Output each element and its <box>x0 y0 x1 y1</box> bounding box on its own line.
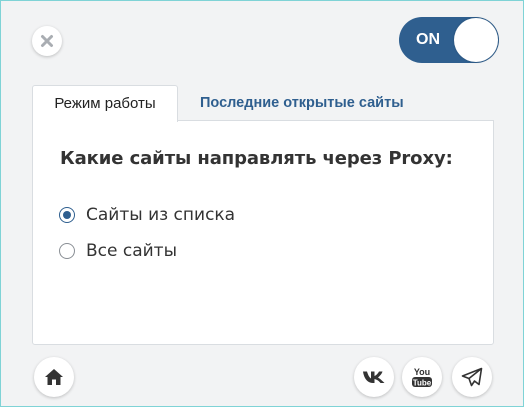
home-icon <box>45 369 63 385</box>
close-button[interactable] <box>32 26 62 56</box>
vk-button[interactable] <box>354 357 394 397</box>
close-icon <box>41 35 53 47</box>
proxy-toggle[interactable]: ON <box>399 17 499 63</box>
option-label: Все сайты <box>86 241 178 261</box>
option-label: Сайты из списка <box>86 205 236 225</box>
home-button[interactable] <box>34 357 74 397</box>
youtube-text-you: You <box>414 367 430 377</box>
panel-heading: Какие сайты направлять через Proxy: <box>60 148 453 169</box>
radio-sites-from-list[interactable] <box>59 207 75 223</box>
youtube-text-tube: Tube <box>413 378 432 387</box>
vk-icon <box>363 371 385 383</box>
tab-bar: Режим работы Последние открытые сайты <box>32 85 494 122</box>
tab-mode[interactable]: Режим работы <box>32 85 178 122</box>
option-all-sites[interactable]: Все сайты <box>59 240 177 262</box>
toggle-knob[interactable] <box>454 18 498 62</box>
telegram-button[interactable] <box>452 357 492 397</box>
popup-window: ON Режим работы Последние открытые сайты… <box>0 0 524 407</box>
youtube-button[interactable]: You Tube <box>402 357 442 397</box>
toggle-label: ON <box>416 31 440 48</box>
mode-panel: Какие сайты направлять через Proxy: Сайт… <box>32 120 494 345</box>
telegram-icon <box>461 367 483 387</box>
radio-all-sites[interactable] <box>59 243 75 259</box>
option-sites-from-list[interactable]: Сайты из списка <box>59 204 235 226</box>
youtube-icon: You Tube <box>412 367 432 387</box>
tab-recent-sites[interactable]: Последние открытые сайты <box>200 85 404 121</box>
